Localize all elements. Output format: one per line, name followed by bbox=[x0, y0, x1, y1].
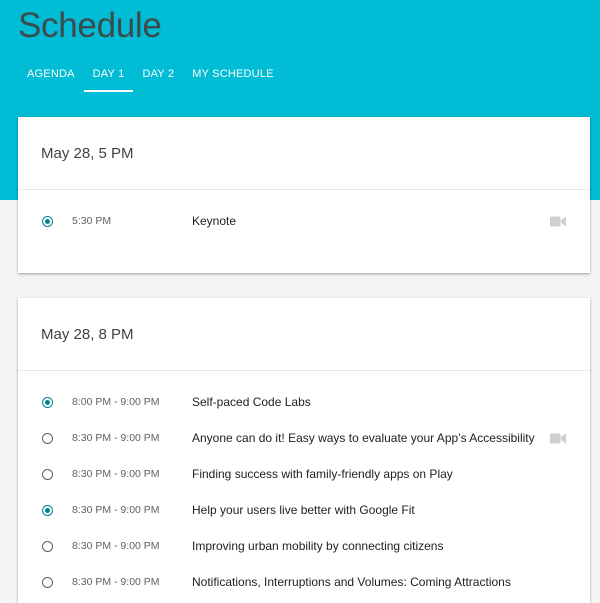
session-select-radio[interactable] bbox=[42, 505, 53, 516]
page-title: Schedule bbox=[18, 6, 162, 45]
schedule-app: Schedule AGENDA DAY 1 DAY 2 MY SCHEDULE … bbox=[0, 0, 600, 603]
session-time: 5:30 PM bbox=[72, 215, 112, 227]
session-row[interactable]: 8:30 PM - 9:00 PM Notifications, Interru… bbox=[18, 566, 590, 602]
time-block-card: May 28, 5 PM 5:30 PM Keynote bbox=[18, 117, 590, 273]
session-title[interactable]: Anyone can do it! Easy ways to evaluate … bbox=[192, 431, 535, 445]
session-row[interactable]: 5:30 PM Keynote bbox=[18, 205, 590, 241]
tab-day-1[interactable]: DAY 1 bbox=[83, 60, 134, 92]
tab-day-2[interactable]: DAY 2 bbox=[133, 60, 183, 90]
session-select-radio[interactable] bbox=[42, 577, 53, 588]
video-camera-icon bbox=[550, 433, 566, 444]
session-time: 8:30 PM - 9:00 PM bbox=[72, 468, 160, 480]
session-select-radio[interactable] bbox=[42, 216, 53, 227]
session-title[interactable]: Keynote bbox=[192, 214, 236, 228]
time-block-header: May 28, 5 PM bbox=[18, 117, 590, 190]
time-block-heading: May 28, 5 PM bbox=[41, 145, 134, 162]
video-camera-icon bbox=[550, 216, 566, 227]
session-title[interactable]: Notifications, Interruptions and Volumes… bbox=[192, 575, 511, 589]
time-block-header: May 28, 8 PM bbox=[18, 298, 590, 371]
tab-agenda[interactable]: AGENDA bbox=[18, 60, 84, 90]
session-time: 8:00 PM - 9:00 PM bbox=[72, 396, 160, 408]
session-list: 5:30 PM Keynote bbox=[18, 190, 590, 241]
session-time: 8:30 PM - 9:00 PM bbox=[72, 540, 160, 552]
session-row[interactable]: 8:30 PM - 9:00 PM Anyone can do it! Easy… bbox=[18, 422, 590, 458]
session-time: 8:30 PM - 9:00 PM bbox=[72, 576, 160, 588]
session-title[interactable]: Improving urban mobility by connecting c… bbox=[192, 539, 443, 553]
session-title[interactable]: Finding success with family-friendly app… bbox=[192, 467, 453, 481]
session-time: 8:30 PM - 9:00 PM bbox=[72, 432, 160, 444]
session-time: 8:30 PM - 9:00 PM bbox=[72, 504, 160, 516]
tab-bar: AGENDA DAY 1 DAY 2 MY SCHEDULE bbox=[18, 60, 283, 92]
session-list: 8:00 PM - 9:00 PM Self-paced Code Labs 8… bbox=[18, 371, 590, 602]
session-row[interactable]: 8:30 PM - 9:00 PM Finding success with f… bbox=[18, 458, 590, 494]
time-block-card: May 28, 8 PM 8:00 PM - 9:00 PM Self-pace… bbox=[18, 298, 590, 603]
session-row[interactable]: 8:30 PM - 9:00 PM Improving urban mobili… bbox=[18, 530, 590, 566]
session-select-radio[interactable] bbox=[42, 469, 53, 480]
tab-my-schedule[interactable]: MY SCHEDULE bbox=[183, 60, 282, 90]
session-row[interactable]: 8:00 PM - 9:00 PM Self-paced Code Labs bbox=[18, 386, 590, 422]
time-block-heading: May 28, 8 PM bbox=[41, 326, 134, 343]
session-select-radio[interactable] bbox=[42, 433, 53, 444]
session-select-radio[interactable] bbox=[42, 397, 53, 408]
session-select-radio[interactable] bbox=[42, 541, 53, 552]
session-title[interactable]: Help your users live better with Google … bbox=[192, 503, 415, 517]
session-row[interactable]: 8:30 PM - 9:00 PM Help your users live b… bbox=[18, 494, 590, 530]
session-title[interactable]: Self-paced Code Labs bbox=[192, 395, 311, 409]
